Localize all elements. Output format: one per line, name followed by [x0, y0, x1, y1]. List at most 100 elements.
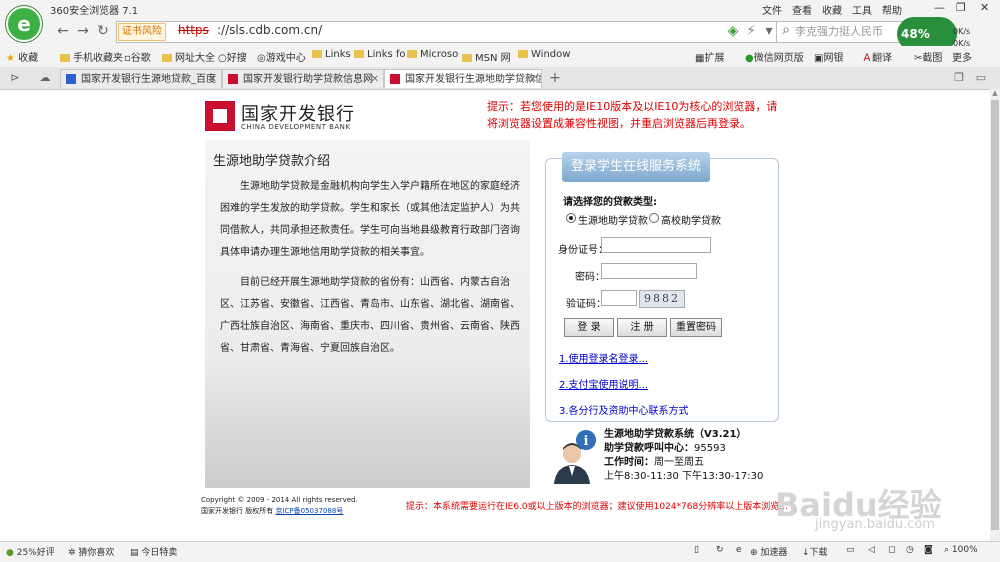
tab-menu-icon[interactable]: ▭: [972, 70, 990, 86]
browser-logo-icon[interactable]: e: [6, 6, 42, 42]
password-input[interactable]: [601, 263, 697, 279]
tab-close-icon[interactable]: ✕: [371, 70, 379, 88]
download-icon: ↓: [802, 548, 810, 558]
zoom-item[interactable]: ⌕ 100%: [944, 545, 978, 555]
scrollbar-thumb[interactable]: [991, 100, 999, 530]
ie-icon[interactable]: e: [736, 545, 742, 555]
speed-percent: 48%: [901, 27, 930, 41]
cloud-icon[interactable]: ☁: [36, 70, 54, 86]
copyright-line: Copyright © 2009 - 2014 All rights reser…: [201, 496, 358, 504]
guess-item[interactable]: ✲ 猜你喜欢: [68, 545, 114, 558]
cdb-icon: [390, 74, 400, 84]
icp-link[interactable]: 京ICP备05037088号: [275, 507, 343, 515]
bookmark-favorites[interactable]: ★ 收藏: [6, 49, 38, 64]
refresh-icon[interactable]: ↻: [94, 23, 112, 39]
wechat-icon: ●: [745, 53, 754, 64]
bookmark-hao[interactable]: 网址大全: [162, 49, 215, 64]
captcha-input[interactable]: [601, 290, 637, 306]
intro-title: 生源地助学贷款介绍: [213, 154, 331, 169]
menu-file[interactable]: 文件: [762, 2, 782, 17]
cert-warning-badge[interactable]: 证书风险: [118, 23, 166, 41]
folder-icon: [462, 54, 472, 62]
intro-paragraph-1: 生源地助学贷款是金融机构向学生入学户籍所在地区的家庭经济困难的学生发放的助学贷款…: [220, 181, 520, 258]
accelerator-item[interactable]: ⊕ 加速器: [750, 545, 787, 558]
rating-item[interactable]: ● 25%好评: [6, 545, 55, 558]
screenshot-button[interactable]: ✂截图: [914, 49, 942, 64]
bookmark-links[interactable]: Links: [312, 49, 351, 60]
tray-icon-3[interactable]: ◙: [924, 545, 933, 555]
url-scheme: https: [178, 23, 209, 37]
bookmark-msn[interactable]: MSN 网: [462, 49, 511, 64]
bookmark-haosou[interactable]: ○好搜: [218, 49, 247, 64]
download-item[interactable]: ↓下载: [802, 545, 828, 558]
page-icon[interactable]: ▭: [846, 545, 855, 555]
reload-icon[interactable]: ↻: [716, 545, 724, 555]
branch-contact-link[interactable]: 3.各分行及资助中心联系方式: [559, 402, 689, 417]
option-college-loan: 高校助学贷款: [661, 216, 721, 227]
sidebar-toggle-icon[interactable]: ⊳: [6, 70, 24, 86]
menu-favorites[interactable]: 收藏: [822, 2, 842, 17]
forward-icon[interactable]: →: [74, 23, 92, 39]
ie10-tip: 提示：若您使用的是IE10版本及以IE10为核心的浏览器，请将浏览器设置成兼容性…: [487, 100, 778, 130]
menu-tools[interactable]: 工具: [852, 2, 872, 17]
translate-button[interactable]: Ａ翻译: [862, 49, 892, 64]
restore-icon[interactable]: ❐: [956, 1, 966, 14]
back-icon[interactable]: ←: [54, 23, 72, 39]
flash-icon[interactable]: ⚡: [742, 23, 760, 39]
title-bar: [0, 0, 1000, 16]
captcha-image[interactable]: 9882: [639, 290, 685, 308]
hours-label: 工作时间：: [604, 457, 654, 468]
wechat-button[interactable]: ●微信网页版: [745, 49, 804, 64]
gear-icon: ✲: [68, 548, 76, 558]
cdb-icon: [228, 74, 238, 84]
minimize-icon[interactable]: —: [934, 1, 945, 14]
bookmark-window[interactable]: Window: [518, 49, 570, 60]
compat-mode-icon[interactable]: ◈: [724, 23, 742, 39]
search-icon[interactable]: ⌕: [777, 22, 795, 38]
folder-icon: [162, 54, 172, 62]
radio-local-loan[interactable]: [566, 213, 576, 223]
graduates-image: [205, 360, 530, 488]
restore-tab-icon[interactable]: ❐: [950, 70, 968, 86]
tab-close-icon[interactable]: ✕: [529, 70, 537, 88]
bookmark-linksfo[interactable]: Links fo: [354, 49, 406, 60]
more-button[interactable]: 更多: [952, 49, 972, 64]
tray-icon-1[interactable]: ◻: [888, 545, 895, 555]
support-agent-icon: i: [554, 430, 596, 484]
today-item[interactable]: ▤ 今日特卖: [130, 545, 177, 558]
folder-icon: [518, 50, 528, 58]
tab-cdb-info[interactable]: 国家开发银行助学贷款信息网 ✕: [222, 69, 384, 88]
menu-view[interactable]: 查看: [792, 2, 812, 17]
scroll-up-icon[interactable]: ▲: [990, 89, 1000, 99]
reset-password-button[interactable]: 重置密码: [670, 318, 722, 337]
id-input[interactable]: [601, 237, 711, 253]
address-input[interactable]: [116, 21, 778, 43]
search-text: 李克强力挺人民币: [795, 25, 883, 38]
login-button[interactable]: 登 录: [564, 318, 614, 337]
copyright: Copyright © 2009 - 2014 All rights reser…: [201, 495, 358, 517]
tab-baidu[interactable]: 国家开发银行生源地贷款_百度 ✕: [60, 69, 222, 88]
sound-icon[interactable]: ◁: [868, 545, 875, 555]
bookmark-games[interactable]: ◎游戏中心: [257, 49, 306, 64]
bookmark-microso[interactable]: Microso: [407, 49, 458, 60]
login-by-name-link[interactable]: 1.使用登录名登录...: [559, 350, 648, 365]
star-icon: ★: [6, 53, 15, 64]
close-icon[interactable]: ✕: [980, 1, 989, 14]
bookmark-google[interactable]: ▫谷歌: [124, 49, 151, 64]
radio-college-loan[interactable]: [649, 213, 659, 223]
bookmark-mobile[interactable]: 手机收藏夹: [60, 49, 123, 64]
tab-close-icon[interactable]: ✕: [209, 70, 217, 88]
new-tab-button[interactable]: +: [546, 70, 564, 86]
menu-help[interactable]: 帮助: [882, 2, 902, 17]
alipay-help-link[interactable]: 2.支付宝使用说明...: [559, 376, 648, 391]
phone-icon[interactable]: ▯: [694, 545, 699, 555]
cart-icon: ▤: [130, 548, 139, 558]
bank-button[interactable]: ▣网银: [814, 49, 843, 64]
url-text: ://sls.cdb.com.cn/: [217, 23, 323, 37]
register-button[interactable]: 注 册: [617, 318, 667, 337]
folder-icon: [407, 50, 417, 58]
extensions-button[interactable]: ▦扩展: [695, 49, 724, 64]
hotline-number: 95593: [694, 443, 726, 454]
tray-icon-2[interactable]: ◷: [906, 545, 914, 555]
tab-cdb-loan[interactable]: 国家开发银行生源地助学贷款信 ✕: [384, 69, 542, 88]
